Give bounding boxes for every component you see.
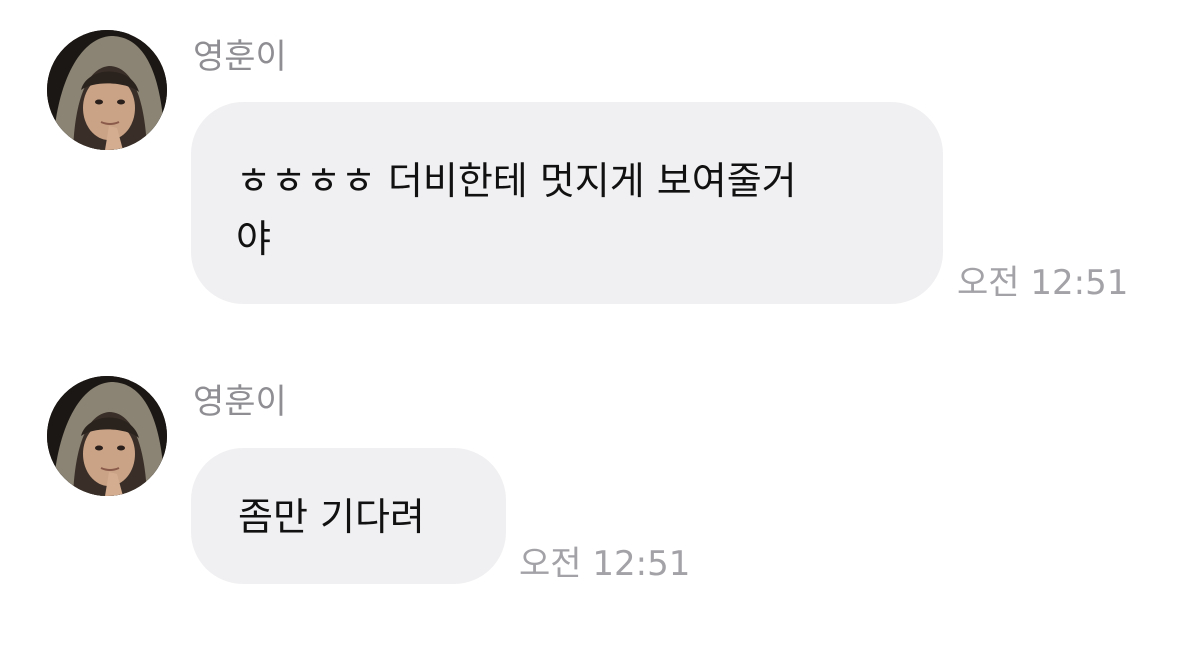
message-text: ㅎㅎㅎㅎ 더비한테 멋지게 보여줄거 야 <box>236 159 797 261</box>
profile-photo-icon <box>47 376 167 496</box>
avatar[interactable] <box>47 376 167 496</box>
sender-name: 영훈이 <box>193 37 287 77</box>
message-timestamp: 오전 12:51 <box>519 544 691 584</box>
message-bubble[interactable]: 좀만 기다려 <box>191 448 506 584</box>
message-bubble[interactable]: ㅎㅎㅎㅎ 더비한테 멋지게 보여줄거 야 <box>191 102 943 304</box>
profile-photo-icon <box>47 30 167 150</box>
message-timestamp: 오전 12:51 <box>957 263 1129 303</box>
message-text: 좀만 기다려 <box>238 495 425 539</box>
avatar[interactable] <box>47 30 167 150</box>
sender-name: 영훈이 <box>193 382 287 422</box>
